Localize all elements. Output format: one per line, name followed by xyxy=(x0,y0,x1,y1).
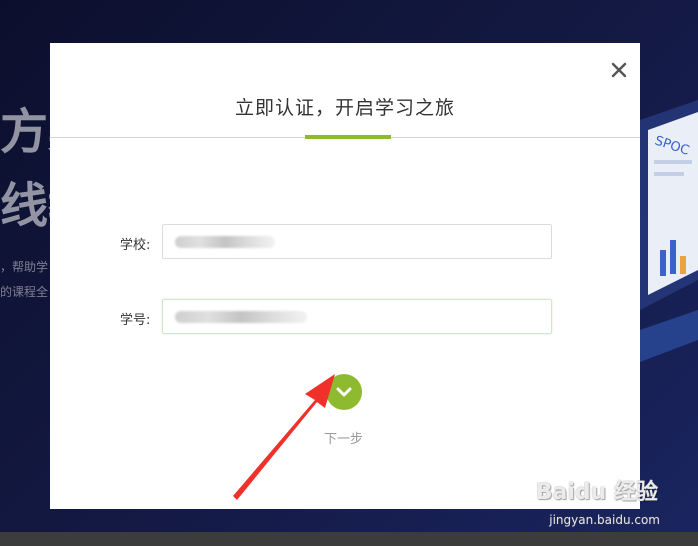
student-id-label: 学号: xyxy=(120,313,151,328)
close-button[interactable] xyxy=(608,59,630,81)
school-redacted-value xyxy=(175,236,275,248)
student-id-input[interactable] xyxy=(162,299,552,334)
school-label: 学校: xyxy=(120,238,151,253)
next-step-button[interactable] xyxy=(326,374,362,410)
verification-modal: 立即认证，开启学习之旅 学校: 学号: 下一步 xyxy=(50,43,640,509)
student-id-redacted-value xyxy=(175,311,307,323)
modal-title: 立即认证，开启学习之旅 xyxy=(234,97,455,119)
school-input[interactable] xyxy=(162,224,552,259)
close-icon xyxy=(611,62,627,78)
background-illustration: SPOC xyxy=(640,100,698,362)
chevron-down-icon xyxy=(336,387,352,397)
next-step-label[interactable]: 下一步 xyxy=(324,428,363,447)
bottom-bar xyxy=(0,532,698,546)
title-underline-accent xyxy=(305,135,391,139)
background-text-line2: 的课程全 xyxy=(0,285,49,299)
background-text-line1: ，帮助学 xyxy=(0,260,49,274)
